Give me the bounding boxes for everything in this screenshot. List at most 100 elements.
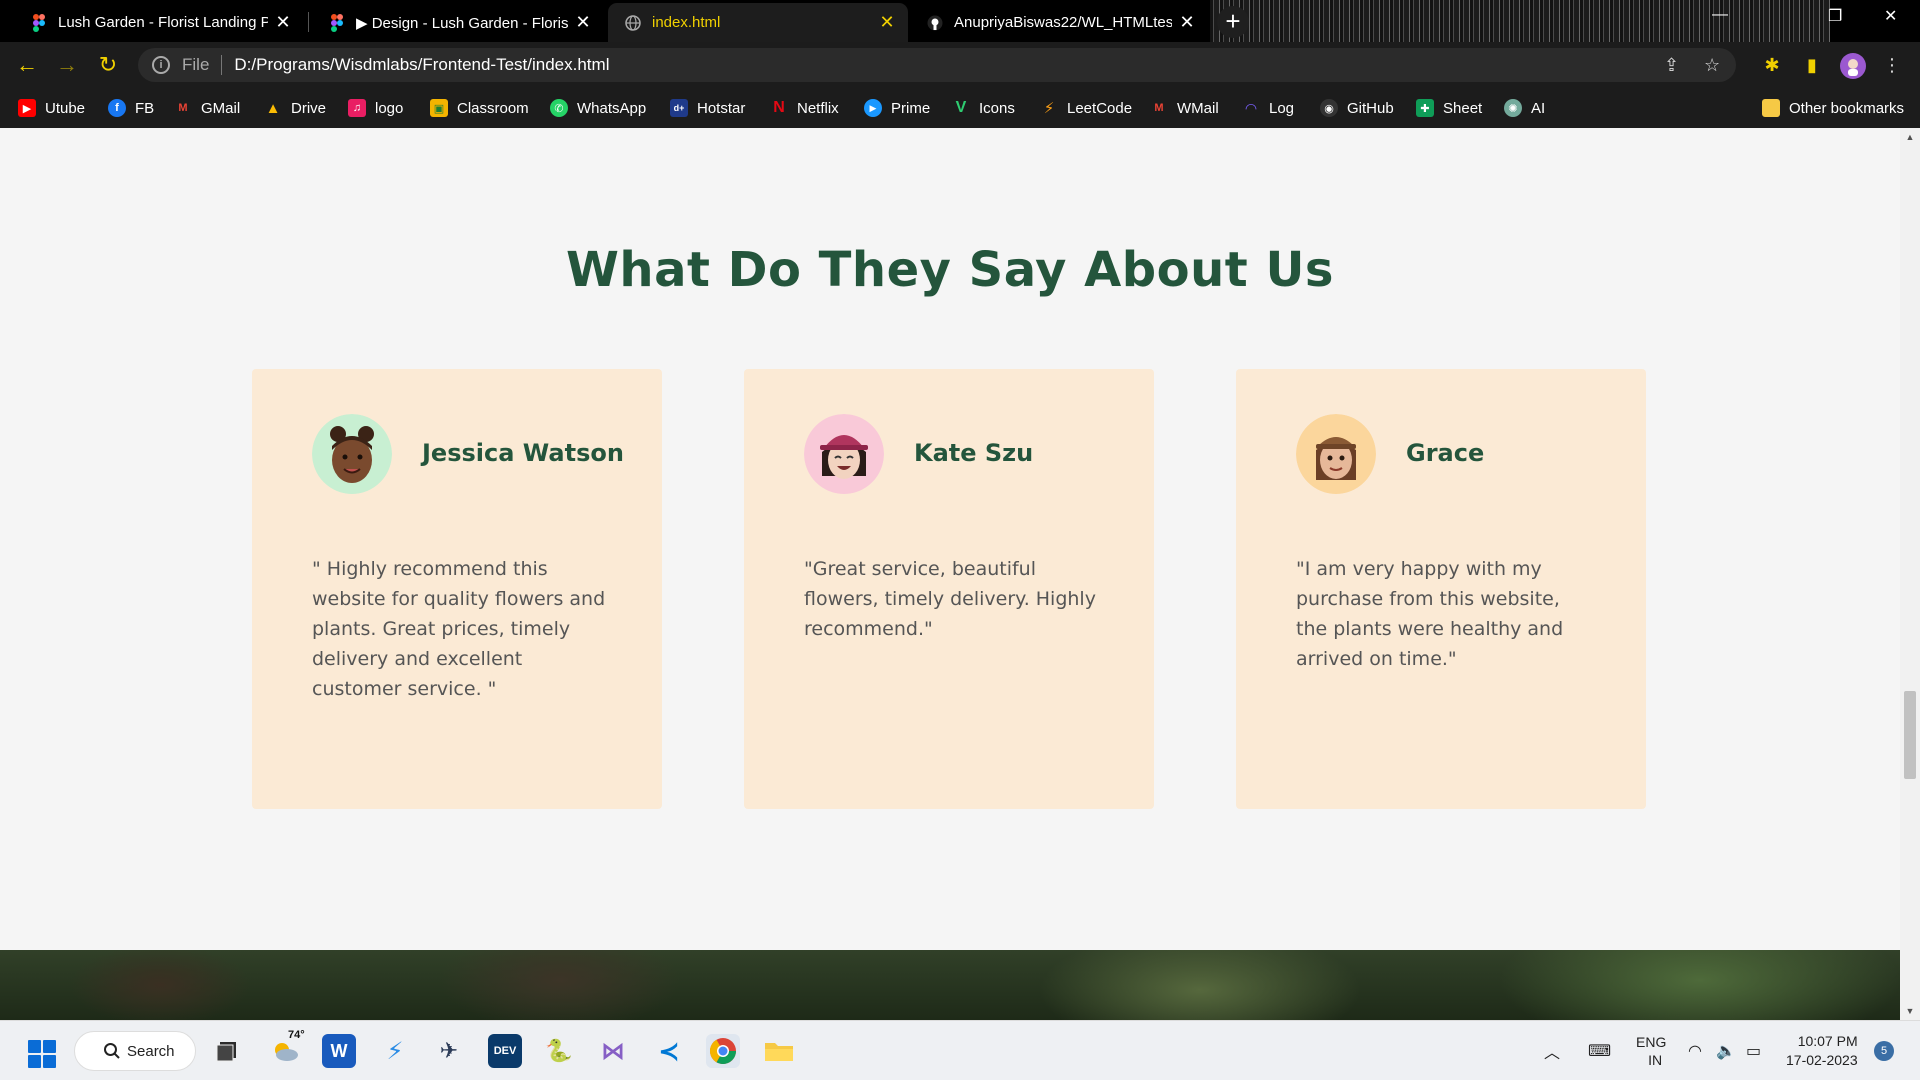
clock[interactable]: 10:07 PM 17-02-2023 [1786, 1021, 1858, 1080]
bookmark-gmail[interactable]: M GMail [174, 97, 240, 119]
search-label: Search [127, 1042, 175, 1060]
other-bookmarks[interactable]: Other bookmarks [1762, 97, 1904, 119]
testimonial-card: Grace "I am very happy with my purchase … [1236, 369, 1646, 809]
menu-kebab-icon[interactable]: ⋮ [1880, 53, 1904, 77]
notification-badge[interactable]: 5 [1874, 1021, 1894, 1080]
battery-icon[interactable]: ▭ [1746, 1021, 1761, 1080]
python-icon[interactable]: 🐍 [542, 1034, 576, 1068]
scheme-chip: File [182, 55, 210, 74]
address-bar[interactable]: i File D:/Programs/Wisdmlabs/Frontend-Te… [138, 48, 1736, 82]
testimonial-name: Jessica Watson [422, 439, 624, 467]
side-panel-icon[interactable]: ▮ [1800, 53, 1824, 77]
bookmark-sheet[interactable]: ✚ Sheet [1416, 97, 1482, 119]
close-icon[interactable]: ✕ [274, 12, 292, 33]
bookmark-star-icon[interactable]: ☆ [1704, 48, 1720, 82]
github-icon [926, 14, 944, 32]
scrollbar-thumb[interactable] [1904, 691, 1916, 779]
bookmark-netflix[interactable]: N Netflix [770, 97, 838, 119]
sheets-icon: ✚ [1416, 99, 1434, 117]
eclipse-icon[interactable]: ✈ [432, 1034, 466, 1068]
close-icon[interactable]: ✕ [574, 12, 592, 33]
chatgpt-icon: ✺ [1504, 99, 1522, 117]
bookmark-label: WhatsApp [577, 99, 647, 117]
bookmark-whatsapp[interactable]: ✆ WhatsApp [550, 97, 646, 119]
word-icon[interactable]: W [322, 1034, 356, 1068]
volume-icon[interactable]: 🔈 [1716, 1021, 1736, 1080]
bookmark-prime[interactable]: ▶ Prime [864, 97, 930, 119]
new-tab-button[interactable]: + [1217, 6, 1249, 38]
bookmark-label: Classroom [457, 99, 529, 117]
tab-design[interactable]: ▶ Design - Lush Garden - Florist ✕ [312, 3, 604, 42]
minimize-icon[interactable]: — [1712, 6, 1728, 24]
bookmark-icons[interactable]: V Icons [952, 97, 1015, 119]
share-icon[interactable]: ⇪ [1664, 48, 1679, 82]
bookmark-wmail[interactable]: M WMail [1150, 97, 1218, 119]
hotstar-icon: d+ [670, 99, 688, 117]
bookmark-utube[interactable]: ▶ Utube [18, 97, 85, 119]
profile-avatar[interactable] [1840, 53, 1866, 79]
taskbar-search[interactable]: Search [74, 1031, 196, 1071]
show-hidden-icons[interactable]: ︿ [1544, 1021, 1560, 1080]
scroll-down-icon[interactable]: ▼ [1900, 1006, 1920, 1016]
power-automate-icon[interactable]: ⚡ [378, 1034, 412, 1068]
wifi-icon[interactable]: ◠ [1688, 1021, 1702, 1080]
bookmark-label: LeetCode [1067, 99, 1133, 117]
close-icon[interactable]: ✕ [1178, 12, 1196, 33]
reload-icon[interactable]: ↻ [94, 51, 122, 79]
bookmark-label: AI [1531, 99, 1546, 117]
testimonial-card: Jessica Watson " Highly recommend this w… [252, 369, 662, 809]
logo-icon: ♫ [348, 99, 366, 117]
tab-lush-garden[interactable]: Lush Garden - Florist Landing Pa ✕ [14, 3, 304, 42]
scroll-up-icon[interactable]: ▲ [1900, 132, 1920, 142]
bookmark-classroom[interactable]: ▣ Classroom [430, 97, 529, 119]
task-view-icon[interactable] [212, 1034, 246, 1068]
keyboard-icon[interactable]: ⌨ [1588, 1021, 1611, 1080]
weather-icon[interactable]: 74° [268, 1029, 305, 1068]
close-icon[interactable]: ✕ [878, 12, 896, 33]
search-icon [103, 1042, 121, 1064]
bookmark-logo[interactable]: ♫ logo [348, 97, 403, 119]
bookmark-label: Hotstar [697, 99, 746, 117]
tab-title: Lush Garden - Florist Landing Pa [58, 14, 268, 31]
window-close-icon[interactable]: ✕ [1884, 6, 1897, 26]
testimonial-card: Kate Szu "Great service, beautiful flowe… [744, 369, 1154, 809]
language-indicator[interactable]: ENG IN [1636, 1021, 1666, 1080]
tab-index-html[interactable]: index.html ✕ [608, 3, 908, 42]
bookmark-label: FB [135, 99, 155, 117]
drive-icon: ▲ [265, 99, 281, 117]
tab-divider [308, 12, 309, 32]
forward-arrow-icon[interactable]: → [53, 51, 81, 79]
wmail-icon: M [1154, 102, 1164, 114]
bookmark-ai[interactable]: ✺ AI [1504, 97, 1545, 119]
page-scrollbar[interactable]: ▲ ▼ [1900, 128, 1920, 1020]
address-divider [221, 55, 223, 75]
windows-start-icon[interactable] [28, 1040, 56, 1068]
chrome-icon[interactable] [706, 1034, 740, 1068]
tab-github[interactable]: AnupriyaBiswas22/WL_HTMLtest ✕ [910, 3, 1208, 42]
icons-icon: V [955, 99, 967, 116]
bookmark-log[interactable]: ◠ Log [1242, 97, 1294, 119]
bookmark-drive[interactable]: ▲ Drive [264, 97, 326, 119]
bookmark-fb[interactable]: f FB [108, 97, 154, 119]
youtube-icon: ▶ [18, 99, 36, 117]
back-arrow-icon[interactable]: ← [13, 51, 41, 79]
testimonial-quote: "I am very happy with my purchase from t… [1296, 558, 1564, 670]
clock-time: 10:07 PM [1797, 1033, 1858, 1049]
url-text[interactable]: D:/Programs/Wisdmlabs/Frontend-Test/inde… [234, 55, 609, 75]
bookmark-label: Prime [891, 99, 931, 117]
footer-garden-image [0, 950, 1900, 1020]
extensions-icon[interactable]: ✱ [1760, 53, 1784, 77]
bookmark-hotstar[interactable]: d+ Hotstar [670, 97, 745, 119]
dev-cpp-icon[interactable]: DEV [488, 1034, 522, 1068]
bookmark-leetcode[interactable]: ⚡ LeetCode [1040, 97, 1132, 119]
visual-studio-icon[interactable]: ⋈ [596, 1034, 630, 1068]
tab-title: ▶ Design - Lush Garden - Florist [356, 14, 568, 32]
bookmark-label: logo [375, 99, 404, 117]
info-icon[interactable]: i [152, 56, 170, 74]
classroom-icon: ▣ [430, 99, 448, 117]
vscode-icon[interactable]: ≺ [652, 1034, 686, 1068]
bookmark-github[interactable]: ◉ GitHub [1320, 97, 1394, 119]
file-explorer-icon[interactable] [762, 1034, 796, 1068]
restore-icon[interactable]: ❐ [1828, 6, 1842, 26]
memoji-avatar-icon [312, 414, 392, 494]
